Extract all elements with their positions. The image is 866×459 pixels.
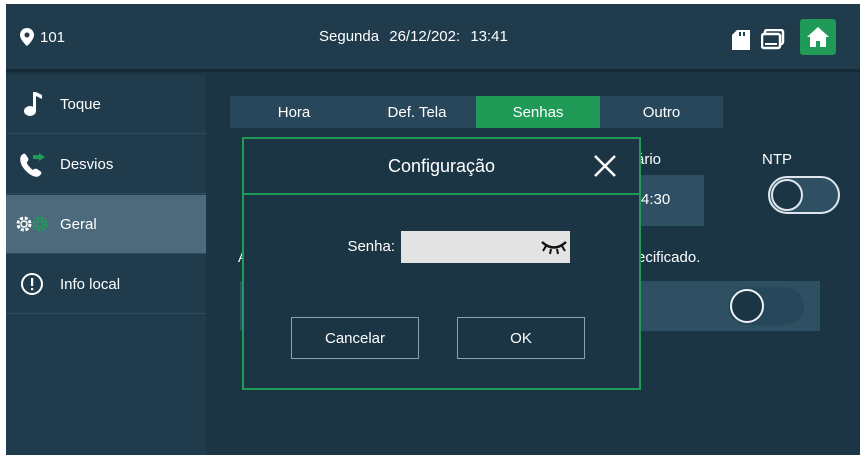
tab-def-tela[interactable]: Def. Tela xyxy=(358,96,476,128)
dialog-header: Configuração xyxy=(244,139,639,195)
setting-text-partial: ecificado. xyxy=(637,249,701,266)
info-icon xyxy=(12,255,52,313)
sidebar-item-label: Desvios xyxy=(60,155,114,173)
sidebar-item-label: Info local xyxy=(60,275,121,293)
sidebar-item-desvios[interactable]: Desvios xyxy=(6,135,206,194)
settings-tabs: Hora Def. Tela Senhas Outro xyxy=(230,96,723,128)
sidebar-item-info-local[interactable]: Info local xyxy=(6,255,206,314)
tab-outro[interactable]: Outro xyxy=(600,96,723,128)
gears-icon xyxy=(12,195,52,253)
sidebar-item-label: Toque xyxy=(60,95,101,113)
weekday: Segunda xyxy=(319,28,380,45)
location-pin-icon xyxy=(20,28,34,46)
time-value-partial: )4:30 xyxy=(636,191,671,208)
home-icon xyxy=(807,27,829,47)
sidebar-item-geral[interactable]: Geral xyxy=(6,195,206,254)
ntp-toggle[interactable] xyxy=(768,176,840,214)
devices-icon xyxy=(761,29,785,50)
sidebar-item-label: Geral xyxy=(60,215,97,233)
time: 13:41 xyxy=(470,28,508,45)
cancel-button[interactable]: Cancelar xyxy=(291,317,419,359)
setting-toggle[interactable] xyxy=(728,287,804,325)
ntp-label: NTP xyxy=(762,151,792,168)
password-dialog: Configuração Senha: Cancelar OK xyxy=(242,137,641,390)
sd-card-icon xyxy=(732,30,750,50)
toggle-knob xyxy=(771,179,803,211)
toggle-knob xyxy=(730,289,764,323)
device-screen: 101 Segunda 26/12/202: 13:41 Toque Desvi… xyxy=(6,4,860,455)
password-label: Senha: xyxy=(347,238,395,255)
eye-closed-icon xyxy=(541,241,567,255)
home-button[interactable] xyxy=(800,19,836,55)
room-number: 101 xyxy=(40,28,66,46)
dialog-title: Configuração xyxy=(387,156,496,176)
tab-hora[interactable]: Hora xyxy=(230,96,358,128)
ok-button[interactable]: OK xyxy=(457,317,585,359)
date-time: Segunda 26/12/202: 13:41 xyxy=(319,28,508,45)
tab-senhas[interactable]: Senhas xyxy=(476,96,600,128)
time-value-box[interactable]: )4:30 xyxy=(632,175,704,226)
close-icon[interactable] xyxy=(593,154,617,178)
sidebar-item-toque[interactable]: Toque xyxy=(6,75,206,134)
top-bar: 101 Segunda 26/12/202: 13:41 xyxy=(6,4,860,72)
sidebar: Toque Desvios Geral Info local xyxy=(6,75,206,455)
music-note-icon xyxy=(12,75,52,133)
toggle-visibility-button[interactable] xyxy=(538,232,570,262)
room-indicator: 101 xyxy=(20,28,65,46)
call-forward-icon xyxy=(12,135,52,193)
date: 26/12/202: xyxy=(389,28,461,45)
